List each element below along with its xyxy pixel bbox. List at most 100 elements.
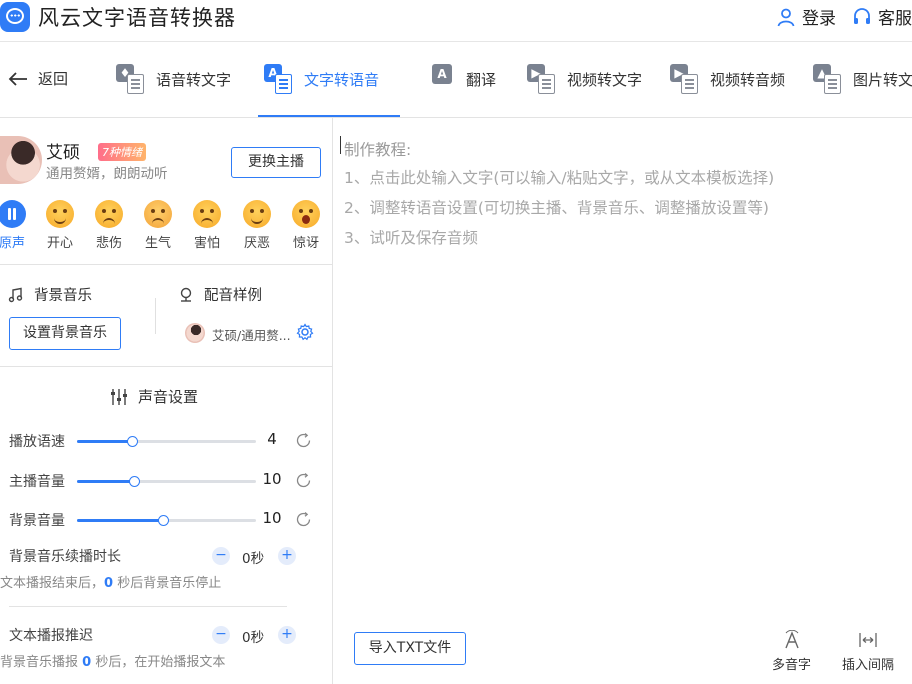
- emotion-selector: 原声 开心 悲伤 生气 害怕 厌恶 惊讶: [0, 200, 333, 252]
- hint-text: 秒后，在开始播报文本: [91, 655, 226, 670]
- arrow-left-icon: [8, 71, 27, 86]
- login-label: 登录: [802, 9, 836, 29]
- translate-icon: A: [432, 64, 456, 94]
- angry-face-icon: [144, 200, 172, 228]
- text-delay-minus-button[interactable]: −: [212, 626, 230, 644]
- anchor-volume-slider-handle[interactable]: [129, 476, 141, 487]
- divider: [9, 606, 287, 607]
- microphone-icon: [180, 287, 192, 302]
- login-button[interactable]: 登录: [776, 4, 836, 29]
- sad-face-icon: [95, 200, 123, 228]
- set-bgm-button[interactable]: 设置背景音乐: [9, 317, 121, 350]
- bgm-extend-value: 0秒: [242, 551, 265, 567]
- import-txt-button[interactable]: 导入TXT文件: [354, 632, 466, 665]
- mic-doc-icon: ♦: [116, 64, 146, 94]
- bgm-extend-hint: 文本播报结束后，0 秒后背景音乐停止: [0, 572, 221, 591]
- bgm-volume-slider[interactable]: [77, 515, 256, 526]
- scared-face-icon: [193, 200, 221, 228]
- emotion-scared[interactable]: 害怕: [187, 200, 227, 251]
- sample-name[interactable]: 艾硕/通用赘...: [212, 325, 291, 344]
- bgm-extend-minus-button[interactable]: −: [212, 547, 230, 565]
- emotion-disgust[interactable]: 厌恶: [237, 200, 277, 251]
- polyphone-button[interactable]: 多音字: [772, 630, 811, 673]
- emotion-angry[interactable]: 生气: [138, 200, 178, 251]
- text-editor[interactable]: 制作教程: 1、点击此处输入文字(可以输入/粘贴文字，或从文本模板选择) 2、调…: [334, 118, 912, 684]
- speed-slider[interactable]: [77, 436, 256, 447]
- active-tab-indicator: [258, 115, 400, 117]
- emotion-label: 害怕: [193, 236, 220, 251]
- insert-pause-button[interactable]: 插入间隔: [842, 630, 894, 673]
- speed-slider-handle[interactable]: [127, 436, 139, 447]
- video-audio-icon: ▶: [670, 64, 700, 94]
- tab-video-to-text[interactable]: ▶ 视频转文字: [527, 64, 642, 94]
- speed-value: 4: [267, 430, 277, 448]
- happy-face-icon: [46, 200, 74, 228]
- emotion-label: 惊讶: [292, 236, 319, 251]
- speed-label: 播放语速: [9, 434, 65, 450]
- tab-video-to-audio[interactable]: ▶ 视频转音频: [670, 64, 785, 94]
- back-label: 返回: [38, 70, 69, 88]
- polyphone-icon: [784, 630, 799, 649]
- hint-text: 秒后背景音乐停止: [113, 576, 222, 591]
- tutorial-title: 制作教程:: [344, 141, 412, 159]
- tab-bar: 返回 ♦ 语音转文字 A 文字转语音 A 翻译 ▶ 视频转文字 ▶ 视频转音频 …: [0, 42, 912, 118]
- service-label: 客服: [878, 9, 912, 29]
- tab-image-to-text[interactable]: ▲ 图片转文字: [813, 64, 912, 94]
- customer-service-button[interactable]: 客服: [852, 4, 912, 29]
- anchor-volume-slider[interactable]: [77, 476, 256, 487]
- divider: [155, 298, 156, 334]
- tutorial-line: 2、调整转语音设置(可切换主播、背景音乐、调整播放设置等): [344, 199, 769, 217]
- bgm-heading: 背景音乐: [8, 284, 92, 305]
- reset-icon[interactable]: [295, 432, 312, 449]
- sample-avatar: [185, 323, 205, 343]
- emotion-count-badge: 7种情绪: [98, 143, 146, 161]
- headset-icon: [854, 7, 870, 24]
- reset-icon[interactable]: [295, 511, 312, 528]
- gear-icon[interactable]: [296, 323, 314, 341]
- image-doc-icon: ▲: [813, 64, 843, 94]
- emotion-surprised[interactable]: 惊讶: [286, 200, 326, 251]
- bgm-volume-slider-handle[interactable]: [157, 515, 169, 526]
- tab-text-to-speech[interactable]: A 文字转语音: [264, 64, 379, 94]
- emotion-label: 原声: [0, 236, 25, 251]
- bgm-extend-plus-button[interactable]: +: [278, 547, 296, 565]
- user-icon: [777, 8, 795, 26]
- tab-label: 图片转文字: [853, 70, 912, 89]
- tab-translate[interactable]: A 翻译: [432, 64, 496, 94]
- bgm-volume-label: 背景音量: [9, 513, 65, 529]
- anchor-volume-slider-row: 主播音量 10: [0, 469, 333, 493]
- sample-label: 配音样例: [204, 288, 262, 304]
- hint-text: 文本播报结束后，: [0, 576, 105, 591]
- emotion-sad[interactable]: 悲伤: [89, 200, 129, 251]
- anchor-name: 艾硕: [46, 143, 80, 163]
- back-button[interactable]: 返回: [8, 68, 68, 89]
- tab-label: 文字转语音: [304, 70, 380, 89]
- settings-panel: 艾硕 7种情绪 通用赘婿，朗朗动听 更换主播 原声 开心 悲伤 生气 害怕 厌恶: [0, 118, 333, 684]
- anchor-volume-label: 主播音量: [9, 474, 65, 490]
- bgm-label: 背景音乐: [34, 288, 92, 304]
- text-delay-plus-button[interactable]: +: [278, 626, 296, 644]
- tab-label: 翻译: [466, 70, 497, 89]
- text-doc-icon: A: [264, 64, 294, 94]
- emotion-happy[interactable]: 开心: [40, 200, 80, 251]
- speed-slider-row: 播放语速 4: [0, 429, 333, 453]
- tab-speech-to-text[interactable]: ♦ 语音转文字: [116, 64, 231, 94]
- anchor-description: 通用赘婿，朗朗动听: [46, 166, 168, 182]
- bgm-volume-slider-row: 背景音量 10: [0, 508, 333, 532]
- text-delay-hint: 背景音乐播报 0 秒后，在开始播报文本: [0, 651, 225, 670]
- equalizer-icon: [111, 388, 127, 405]
- anchor-volume-value: 10: [262, 470, 282, 488]
- change-anchor-button[interactable]: 更换主播: [231, 147, 321, 178]
- emotion-original[interactable]: 原声: [0, 200, 32, 251]
- emotion-label: 厌恶: [243, 236, 270, 251]
- text-delay-label: 文本播报推迟: [9, 628, 93, 644]
- voice-settings-title: 声音设置: [138, 388, 199, 406]
- pause-icon: [0, 200, 26, 228]
- app-title: 风云文字语音转换器: [38, 6, 236, 30]
- sample-heading: 配音样例: [178, 284, 262, 305]
- polyphone-label: 多音字: [772, 658, 812, 673]
- bgm-extend-label: 背景音乐续播时长: [9, 549, 121, 565]
- voice-settings-heading: 声音设置: [110, 386, 198, 407]
- reset-icon[interactable]: [295, 472, 312, 489]
- anchor-avatar[interactable]: [0, 136, 42, 184]
